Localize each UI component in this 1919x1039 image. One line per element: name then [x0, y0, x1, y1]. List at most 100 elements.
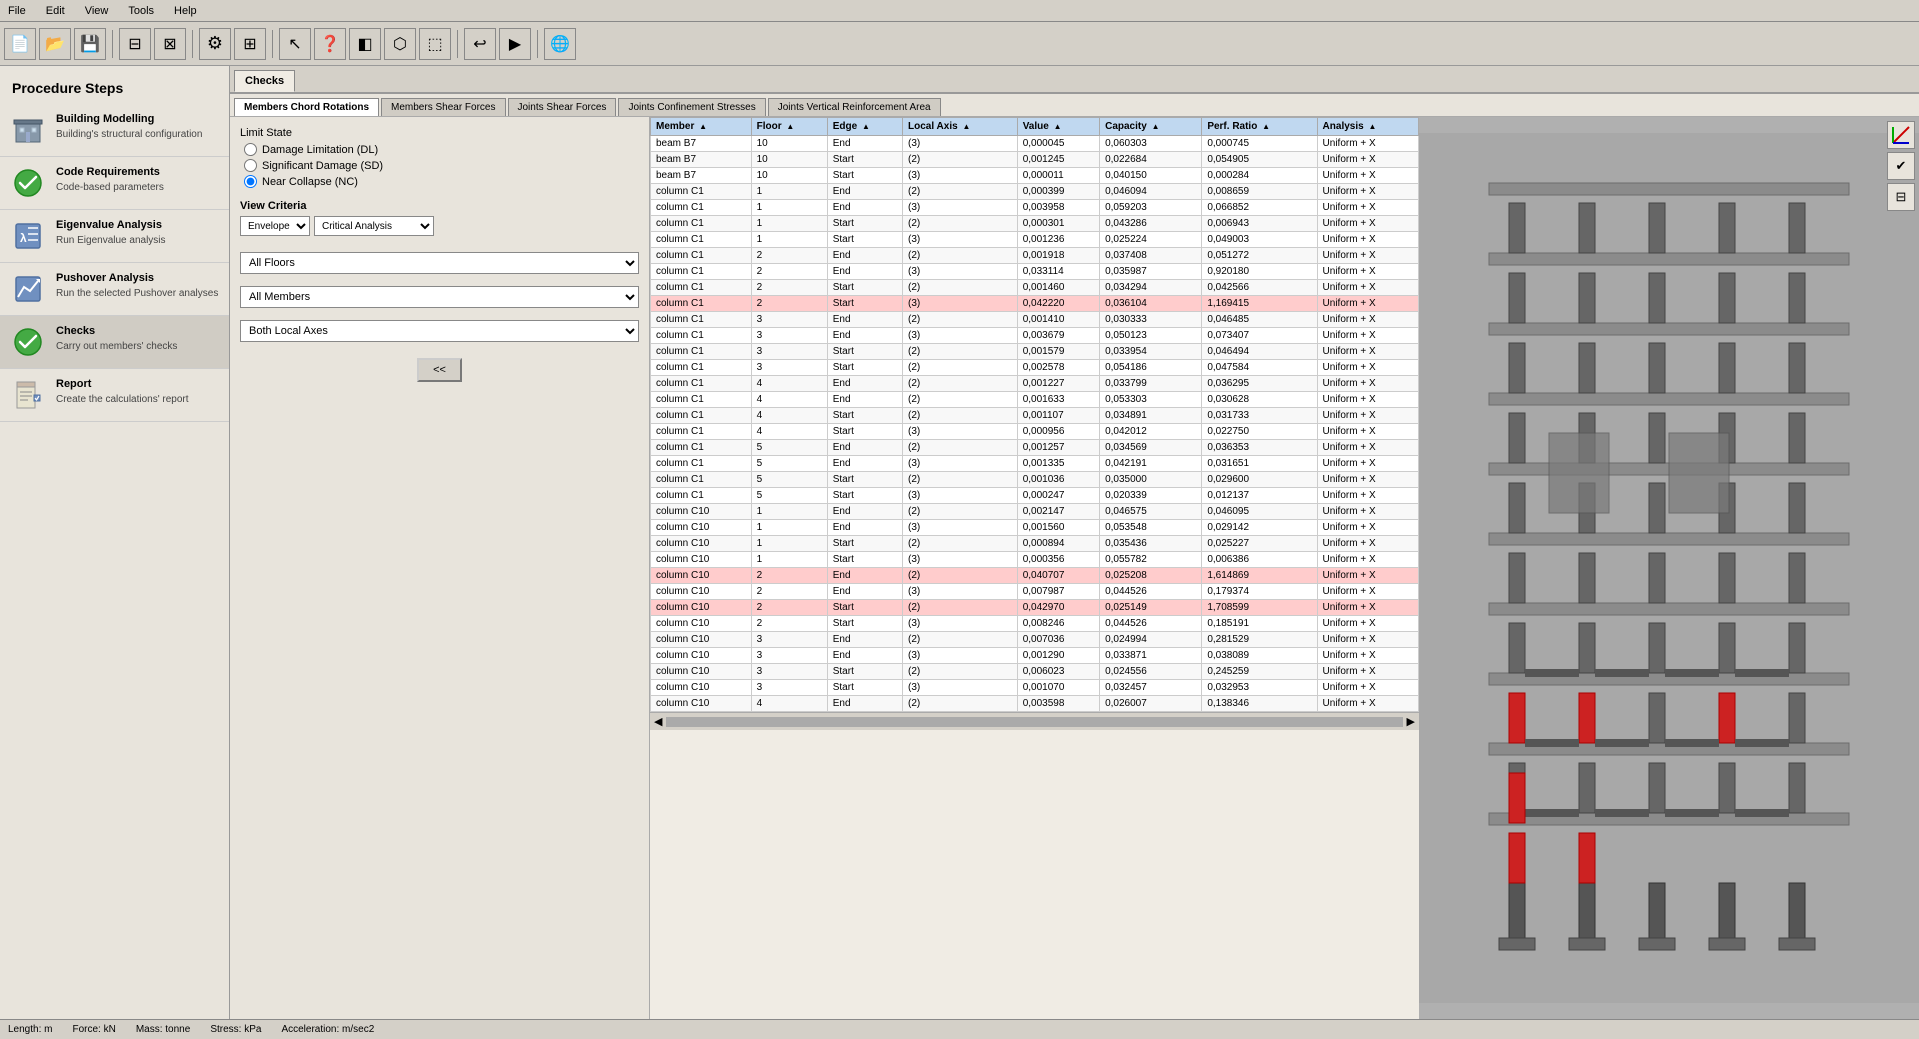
toolbar-open[interactable]: 📂	[39, 28, 71, 60]
table-row[interactable]: column C12End(3)0,0331140,0359870,920180…	[651, 264, 1419, 280]
toolbar-pointer[interactable]: ↖	[279, 28, 311, 60]
table-row[interactable]: column C103End(2)0,0070360,0249940,28152…	[651, 632, 1419, 648]
sidebar-item-code-requirements[interactable]: Code Requirements Code-based parameters	[0, 157, 229, 210]
col-floor[interactable]: Floor ▲	[751, 118, 827, 136]
table-row[interactable]: column C13Start(2)0,0015790,0339540,0464…	[651, 344, 1419, 360]
radio-nc-input[interactable]	[244, 175, 257, 188]
table-area[interactable]: Member ▲ Floor ▲ Edge ▲ Local Axis ▲ Val…	[650, 117, 1419, 1019]
toolbar-filter[interactable]: ⬡	[384, 28, 416, 60]
radio-sd-input[interactable]	[244, 159, 257, 172]
table-row[interactable]: column C15Start(3)0,0002470,0203390,0121…	[651, 488, 1419, 504]
sub-tab-joints-reinforcement[interactable]: Joints Vertical Reinforcement Area	[768, 98, 941, 116]
toolbar-select[interactable]: ⬚	[419, 28, 451, 60]
table-row[interactable]: column C11End(3)0,0039580,0592030,066852…	[651, 200, 1419, 216]
radio-sd[interactable]: Significant Damage (SD)	[244, 159, 639, 172]
table-row[interactable]: column C102End(2)0,0407070,0252081,61486…	[651, 568, 1419, 584]
table-row[interactable]: column C13End(2)0,0014100,0303330,046485…	[651, 312, 1419, 328]
sub-tab-joints-confinement[interactable]: Joints Confinement Stresses	[618, 98, 765, 116]
menu-tools[interactable]: Tools	[124, 3, 158, 19]
table-row[interactable]: column C14Start(2)0,0011070,0348910,0317…	[651, 408, 1419, 424]
sub-tab-chord-rotations[interactable]: Members Chord Rotations	[234, 98, 379, 116]
toolbar-new[interactable]: 📄	[4, 28, 36, 60]
tab-checks[interactable]: Checks	[234, 70, 295, 92]
col-analysis[interactable]: Analysis ▲	[1317, 118, 1418, 136]
sub-tab-joints-shear[interactable]: Joints Shear Forces	[508, 98, 617, 116]
toolbar-web[interactable]: 🌐	[544, 28, 576, 60]
table-row[interactable]: column C13End(3)0,0036790,0501230,073407…	[651, 328, 1419, 344]
table-row[interactable]: column C103Start(2)0,0060230,0245560,245…	[651, 664, 1419, 680]
view3d-grid-btn[interactable]: ⊟	[1887, 183, 1915, 211]
table-row[interactable]: column C101End(3)0,0015600,0535480,02914…	[651, 520, 1419, 536]
table-row[interactable]: beam B710End(3)0,0000450,0603030,000745U…	[651, 136, 1419, 152]
table-row[interactable]: column C14End(2)0,0016330,0533030,030628…	[651, 392, 1419, 408]
col-value[interactable]: Value ▲	[1017, 118, 1099, 136]
scroll-left-btn[interactable]: ◀	[654, 715, 662, 728]
toolbar-action[interactable]: ▶	[499, 28, 531, 60]
col-perf-ratio[interactable]: Perf. Ratio ▲	[1202, 118, 1317, 136]
col-member[interactable]: Member ▲	[651, 118, 752, 136]
col-capacity[interactable]: Capacity ▲	[1100, 118, 1202, 136]
radio-nc[interactable]: Near Collapse (NC)	[244, 175, 639, 188]
menu-file[interactable]: File	[4, 3, 30, 19]
table-cell-0: column C10	[651, 504, 752, 520]
view3d-check-btn[interactable]: ✔	[1887, 152, 1915, 180]
menu-view[interactable]: View	[81, 3, 113, 19]
toolbar-split-h[interactable]: ⊟	[119, 28, 151, 60]
table-row[interactable]: column C103Start(3)0,0010700,0324570,032…	[651, 680, 1419, 696]
sort-member-icon: ▲	[699, 122, 707, 131]
table-row[interactable]: column C11End(2)0,0003990,0460940,008659…	[651, 184, 1419, 200]
table-row[interactable]: column C14Start(3)0,0009560,0420120,0227…	[651, 424, 1419, 440]
table-row[interactable]: column C102Start(2)0,0429700,0251491,708…	[651, 600, 1419, 616]
sidebar-item-eigenvalue[interactable]: λ Eigenvalue Analysis Run Eigenvalue ana…	[0, 210, 229, 263]
table-row[interactable]: column C104End(2)0,0035980,0260070,13834…	[651, 696, 1419, 712]
nav-back-button[interactable]: <<	[417, 358, 462, 382]
table-row[interactable]: column C14End(2)0,0012270,0337990,036295…	[651, 376, 1419, 392]
toolbar-grid[interactable]: ⊞	[234, 28, 266, 60]
menu-help[interactable]: Help	[170, 3, 201, 19]
table-row[interactable]: column C12End(2)0,0019180,0374080,051272…	[651, 248, 1419, 264]
table-cell-3: (3)	[903, 680, 1018, 696]
table-row[interactable]: column C12Start(3)0,0422200,0361041,1694…	[651, 296, 1419, 312]
critical-analysis-select[interactable]: Critical Analysis	[314, 216, 434, 236]
table-row[interactable]: column C102End(3)0,0079870,0445260,17937…	[651, 584, 1419, 600]
col-local-axis[interactable]: Local Axis ▲	[903, 118, 1018, 136]
both-local-axes-select[interactable]: Both Local Axes	[240, 320, 639, 342]
sub-tab-shear-forces[interactable]: Members Shear Forces	[381, 98, 505, 116]
table-row[interactable]: column C12Start(2)0,0014600,0342940,0425…	[651, 280, 1419, 296]
table-row[interactable]: column C11Start(3)0,0012360,0252240,0490…	[651, 232, 1419, 248]
toolbar-model[interactable]: ⚙	[199, 28, 231, 60]
toolbar-layers[interactable]: ◧	[349, 28, 381, 60]
table-cell-7: Uniform + X	[1317, 536, 1418, 552]
table-row[interactable]: column C101End(2)0,0021470,0465750,04609…	[651, 504, 1419, 520]
scroll-right-btn[interactable]: ▶	[1407, 715, 1415, 728]
toolbar-split-v[interactable]: ⊠	[154, 28, 186, 60]
radio-dl-input[interactable]	[244, 143, 257, 156]
table-cell-4: 0,001560	[1017, 520, 1099, 536]
all-floors-select[interactable]: All Floors	[240, 252, 639, 274]
table-row[interactable]: column C101Start(2)0,0008940,0354360,025…	[651, 536, 1419, 552]
table-cell-7: Uniform + X	[1317, 440, 1418, 456]
sidebar-item-report[interactable]: Report Create the calculations' report	[0, 369, 229, 422]
table-row[interactable]: beam B710Start(2)0,0012450,0226840,05490…	[651, 152, 1419, 168]
table-row[interactable]: column C11Start(2)0,0003010,0432860,0069…	[651, 216, 1419, 232]
table-row[interactable]: column C15End(3)0,0013350,0421910,031651…	[651, 456, 1419, 472]
table-row[interactable]: column C101Start(3)0,0003560,0557820,006…	[651, 552, 1419, 568]
table-row[interactable]: column C102Start(3)0,0082460,0445260,185…	[651, 616, 1419, 632]
table-row[interactable]: column C15Start(2)0,0010360,0350000,0296…	[651, 472, 1419, 488]
sidebar-item-building-modelling[interactable]: Building Modelling Building's structural…	[0, 104, 229, 157]
toolbar-save[interactable]: 💾	[74, 28, 106, 60]
toolbar-help[interactable]: ❓	[314, 28, 346, 60]
table-row[interactable]: beam B710Start(3)0,0000110,0401500,00028…	[651, 168, 1419, 184]
table-row[interactable]: column C103End(3)0,0012900,0338710,03808…	[651, 648, 1419, 664]
sidebar-item-checks[interactable]: Checks Carry out members' checks	[0, 316, 229, 369]
menu-edit[interactable]: Edit	[42, 3, 69, 19]
all-members-select[interactable]: All Members	[240, 286, 639, 308]
view3d-axis-btn[interactable]	[1887, 121, 1915, 149]
toolbar-undo[interactable]: ↩	[464, 28, 496, 60]
sidebar-item-pushover[interactable]: Pushover Analysis Run the selected Pusho…	[0, 263, 229, 316]
table-row[interactable]: column C13Start(2)0,0025780,0541860,0475…	[651, 360, 1419, 376]
col-edge[interactable]: Edge ▲	[827, 118, 902, 136]
table-row[interactable]: column C15End(2)0,0012570,0345690,036353…	[651, 440, 1419, 456]
envelope-select[interactable]: Envelope	[240, 216, 310, 236]
radio-dl[interactable]: Damage Limitation (DL)	[244, 143, 639, 156]
